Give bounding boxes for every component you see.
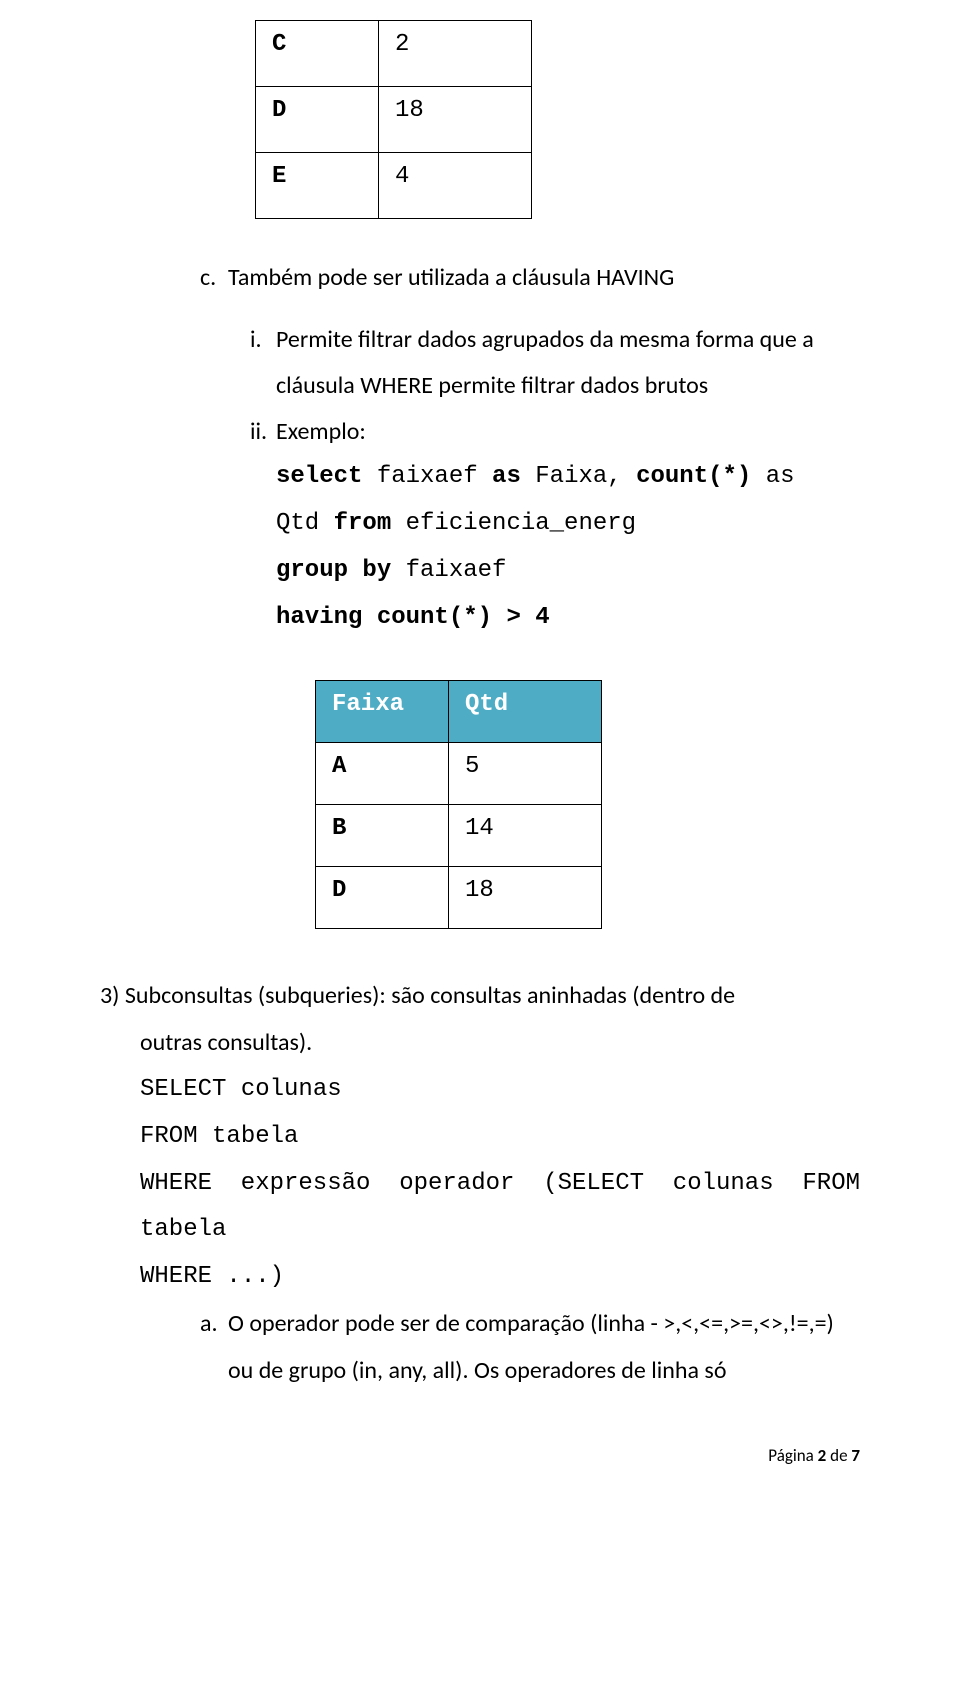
cell-value: 4 <box>379 153 532 219</box>
faixa-qtd-table: Faixa Qtd A 5 B 14 D 18 <box>315 680 602 929</box>
table-header-row: Faixa Qtd <box>316 681 602 743</box>
code-text: faixaef <box>362 463 492 490</box>
list-text-continued: ou de grupo (in, any, all). Os operadore… <box>228 1348 860 1395</box>
page-footer: Página 2 de 7 <box>100 1445 860 1466</box>
column-header-faixa: Faixa <box>316 681 449 743</box>
code-text: faixaef <box>391 557 506 584</box>
cell-value: 18 <box>449 867 602 929</box>
cell-label: E <box>256 153 379 219</box>
list-marker: a. <box>200 1301 228 1348</box>
sql-example-1: select faixaef as Faixa, count(*) as Qtd… <box>276 454 860 641</box>
top-table: C 2 D 18 E 4 <box>255 20 532 219</box>
list-item-c: c.Também pode ser utilizada a cláusula H… <box>200 259 860 297</box>
footer-prefix: Página <box>768 1445 817 1466</box>
code-text: Qtd <box>276 510 334 537</box>
keyword: group by <box>276 557 391 584</box>
list-text: O operador pode ser de comparação (linha… <box>228 1309 834 1338</box>
list-marker: c. <box>200 259 228 297</box>
list-item-ii: ii.Exemplo: <box>250 409 860 455</box>
code-text: eficiencia_energ <box>391 510 636 537</box>
cell-value: 18 <box>379 87 532 153</box>
code-line: group by faixaef <box>276 548 860 595</box>
keyword: select <box>276 463 362 490</box>
cell-value: 5 <box>449 743 602 805</box>
table-row: D 18 <box>316 867 602 929</box>
list-item-a: a.O operador pode ser de comparação (lin… <box>200 1301 860 1348</box>
table-row: E 4 <box>256 153 532 219</box>
cell-label: C <box>256 21 379 87</box>
table-row: A 5 <box>316 743 602 805</box>
footer-sep: de <box>826 1445 851 1466</box>
cell-label: A <box>316 743 449 805</box>
cell-label: D <box>256 87 379 153</box>
cell-value: 2 <box>379 21 532 87</box>
list-text: Exemplo: <box>276 417 366 446</box>
code-line: select faixaef as Faixa, count(*) as <box>276 454 860 501</box>
list-text: Também pode ser utilizada a cláusula HAV… <box>228 263 674 292</box>
column-header-qtd: Qtd <box>449 681 602 743</box>
list-marker: i. <box>250 317 276 363</box>
page-current: 2 <box>818 1445 827 1466</box>
table-row: D 18 <box>256 87 532 153</box>
code-line: SELECT colunas <box>140 1067 860 1114</box>
list-text: Permite filtrar dados agrupados da mesma… <box>276 325 814 354</box>
cell-value: 14 <box>449 805 602 867</box>
code-line: FROM tabela <box>140 1114 860 1161</box>
sql-template: SELECT colunas FROM tabela WHERE express… <box>140 1067 860 1301</box>
cell-label: D <box>316 867 449 929</box>
code-line: WHERE expressão operador (SELECT colunas… <box>140 1161 860 1255</box>
code-text: as <box>751 463 794 490</box>
code-text: Faixa, <box>521 463 636 490</box>
section-3-heading: 3) Subconsultas (subqueries): são consul… <box>100 973 860 1020</box>
cell-label: B <box>316 805 449 867</box>
keyword: as <box>492 463 521 490</box>
section-3-continued: outras consultas). <box>140 1020 860 1067</box>
code-line: Qtd from eficiencia_energ <box>276 501 860 548</box>
page-total: 7 <box>851 1445 860 1466</box>
code-line: WHERE ...) <box>140 1254 860 1301</box>
keyword: count(*) <box>636 463 751 490</box>
table-row: C 2 <box>256 21 532 87</box>
code-line: having count(*) > 4 <box>276 595 860 642</box>
keyword: from <box>334 510 392 537</box>
list-text-continued: cláusula WHERE permite filtrar dados bru… <box>276 363 860 409</box>
table-row: B 14 <box>316 805 602 867</box>
list-item-i: i.Permite filtrar dados agrupados da mes… <box>250 317 860 363</box>
list-marker: ii. <box>250 409 276 455</box>
